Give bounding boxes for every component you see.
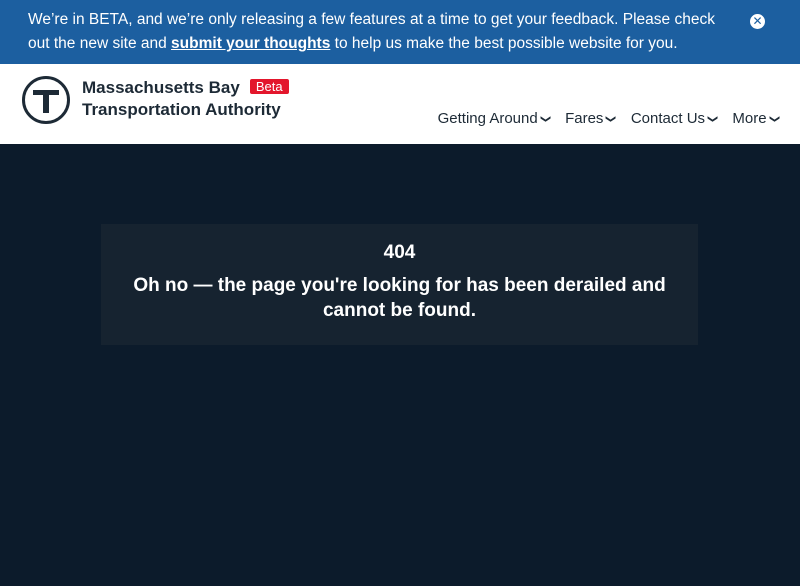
agency-name-line2: Transportation Authority [82,100,281,119]
nav-fares[interactable]: Fares ❯ [565,108,617,130]
nav-label: Fares [565,110,604,127]
nav-contact-us[interactable]: Contact Us ❯ [630,108,718,130]
main-content: 404 Oh no — the page you're looking for … [0,144,800,586]
nav-getting-around[interactable]: Getting Around ❯ [437,108,551,130]
site-header: Massachusetts Bay Beta Transportation Aut… [0,64,800,144]
error-panel: 404 Oh no — the page you're looking for … [101,224,698,345]
nav-label: Contact Us [630,110,706,127]
agency-name: Massachusetts Bay Beta Transportation Aut… [82,77,289,121]
chevron-down-icon: ❯ [768,114,780,124]
close-icon[interactable]: ✕ [750,14,765,29]
beta-badge: Beta [249,79,289,94]
nav-label: More [732,110,767,127]
home-logo-link[interactable]: Massachusetts Bay Beta Transportation Aut… [22,76,289,124]
nav-label: Getting Around [437,110,538,127]
beta-banner: We’re in BETA, and we’re only releasing … [0,0,800,64]
agency-name-line1: Massachusetts Bay [82,78,240,97]
chevron-down-icon: ❯ [707,114,719,124]
error-code: 404 [383,242,416,263]
banner-text-outro: to help us make the best possible websit… [330,35,678,52]
nav-more[interactable]: More ❯ [732,108,779,130]
chevron-down-icon: ❯ [539,114,551,124]
chevron-down-icon: ❯ [605,114,617,124]
submit-feedback-link[interactable]: submit your thoughts [171,35,330,52]
error-message: Oh no — the page you're looking for has … [133,275,666,321]
mbta-t-logo-icon [22,76,70,124]
main-nav: Getting Around ❯ Fares ❯ Contact Us ❯ More ❯ [437,108,780,130]
